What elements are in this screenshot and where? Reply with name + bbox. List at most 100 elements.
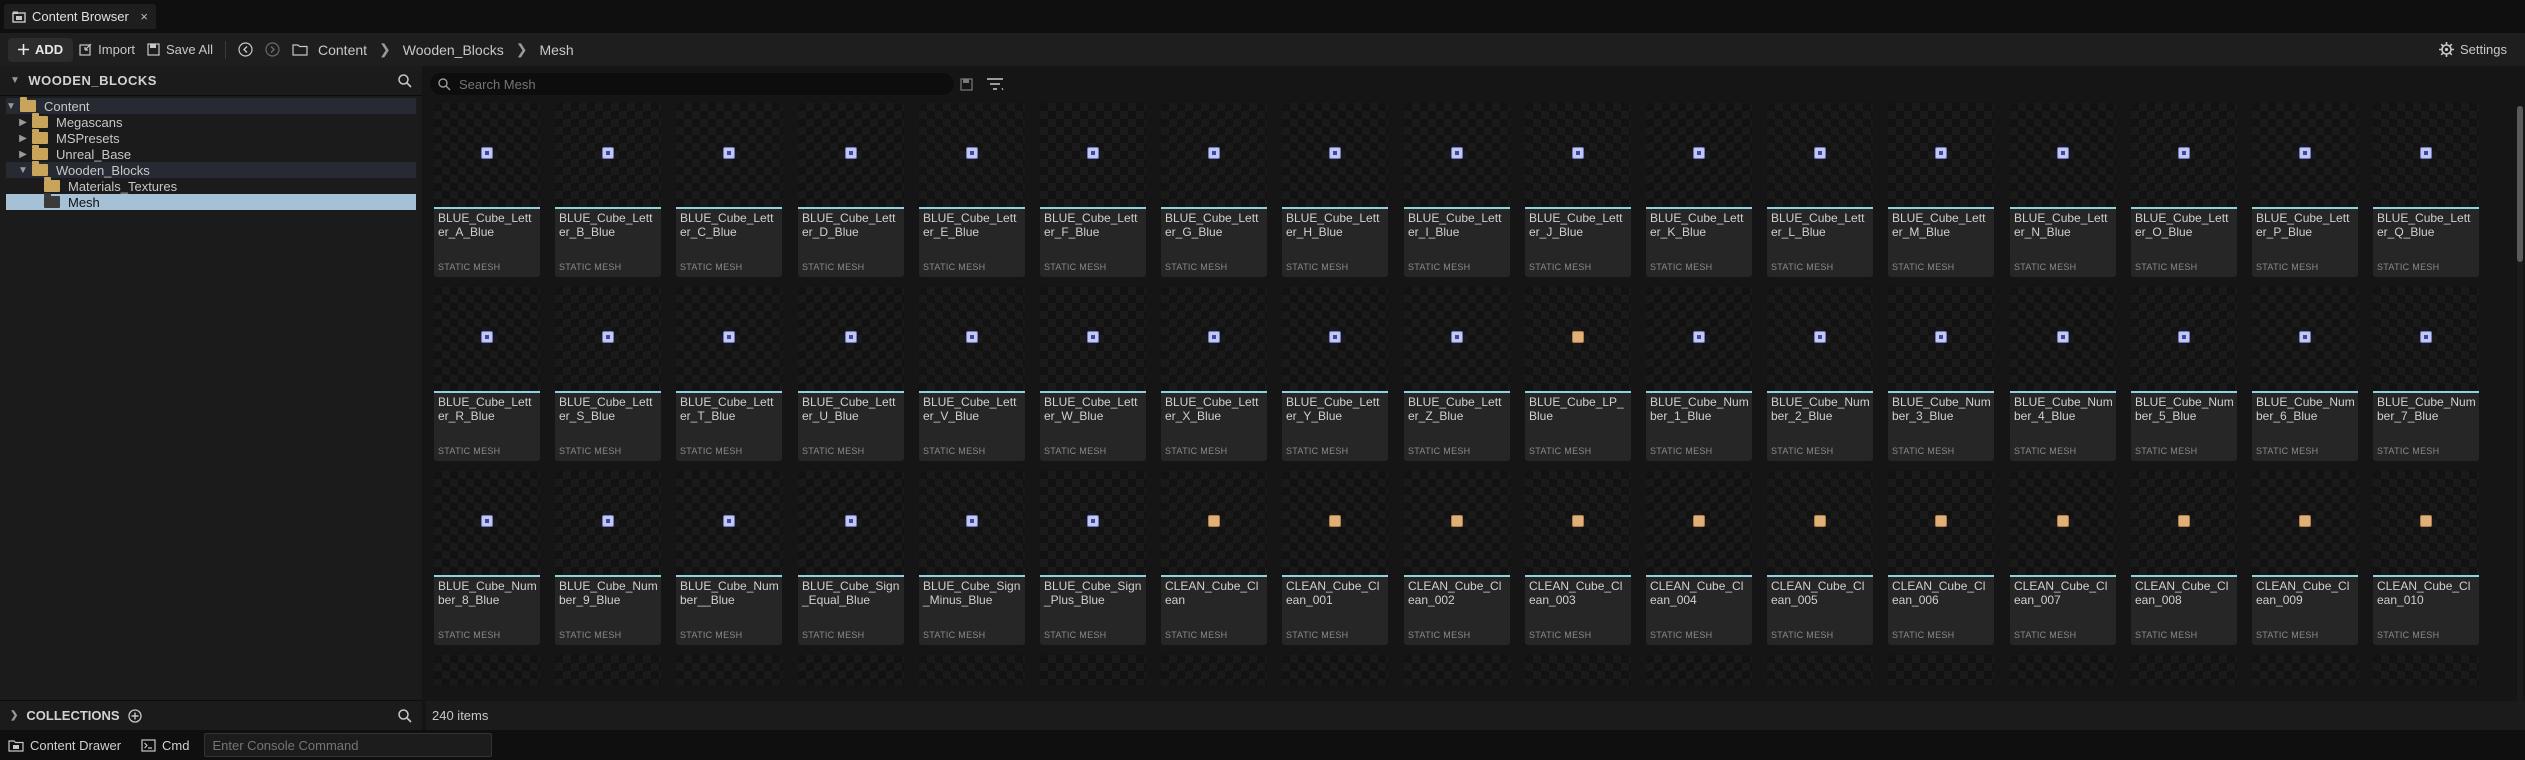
asset-tile[interactable]: BLUE_Cube_Number_5_Blue STATIC MESH (2131, 287, 2237, 461)
asset-tile[interactable]: BLUE_Cube_Letter_W_Blue STATIC MESH (1040, 287, 1146, 461)
console-input[interactable] (212, 737, 483, 753)
folder-icon[interactable] (286, 38, 314, 62)
asset-tile[interactable]: BLUE_Cube_Letter_U_Blue STATIC MESH (798, 287, 904, 461)
chevron-right-icon[interactable]: ▶ (18, 149, 28, 160)
asset-tile[interactable]: BLUE_Cube_Letter_X_Blue STATIC MESH (1161, 287, 1267, 461)
asset-tile-partial[interactable] (1888, 655, 1994, 685)
search-field[interactable] (430, 73, 954, 95)
asset-tile[interactable]: CLEAN_Cube_Clean STATIC MESH (1161, 471, 1267, 645)
asset-tile[interactable]: BLUE_Cube_Number_3_Blue STATIC MESH (1888, 287, 1994, 461)
asset-tile-partial[interactable] (1040, 655, 1146, 685)
asset-tile-partial[interactable] (676, 655, 782, 685)
asset-tile[interactable]: BLUE_Cube_Letter_Q_Blue STATIC MESH (2373, 103, 2479, 277)
asset-tile[interactable]: CLEAN_Cube_Clean_002 STATIC MESH (1404, 471, 1510, 645)
asset-tile-partial[interactable] (2252, 655, 2358, 685)
tree-item-megascans[interactable]: ▶ Megascans (6, 113, 416, 130)
tab-content-browser[interactable]: Content Browser × (4, 4, 156, 29)
asset-tile[interactable]: BLUE_Cube_Letter_G_Blue STATIC MESH (1161, 103, 1267, 277)
asset-tile[interactable]: BLUE_Cube_Number_8_Blue STATIC MESH (434, 471, 540, 645)
chevron-down-icon[interactable]: ▼ (6, 101, 16, 112)
asset-tile[interactable]: BLUE_Cube_Number_6_Blue STATIC MESH (2252, 287, 2358, 461)
asset-tile[interactable]: BLUE_Cube_Letter_C_Blue STATIC MESH (676, 103, 782, 277)
asset-tile[interactable]: CLEAN_Cube_Clean_003 STATIC MESH (1525, 471, 1631, 645)
asset-tile[interactable]: BLUE_Cube_Letter_R_Blue STATIC MESH (434, 287, 540, 461)
asset-tile-partial[interactable] (1161, 655, 1267, 685)
asset-tile[interactable]: BLUE_Cube_Number__Blue STATIC MESH (676, 471, 782, 645)
chevron-right-icon[interactable]: ▶ (18, 117, 28, 128)
asset-tile[interactable]: BLUE_Cube_Sign_Minus_Blue STATIC MESH (919, 471, 1025, 645)
asset-tile[interactable]: CLEAN_Cube_Clean_001 STATIC MESH (1282, 471, 1388, 645)
asset-tile-partial[interactable] (434, 655, 540, 685)
cmd-button[interactable]: Cmd (135, 738, 195, 753)
chevron-down-icon[interactable]: ▼ (10, 75, 20, 86)
asset-tile[interactable]: BLUE_Cube_Letter_H_Blue STATIC MESH (1282, 103, 1388, 277)
asset-tile-partial[interactable] (1525, 655, 1631, 685)
asset-tile[interactable]: BLUE_Cube_Letter_K_Blue STATIC MESH (1646, 103, 1752, 277)
filter-icon[interactable] (986, 76, 1004, 92)
add-button[interactable]: ADD (8, 37, 74, 62)
asset-tile-partial[interactable] (919, 655, 1025, 685)
asset-tile[interactable]: BLUE_Cube_Letter_N_Blue STATIC MESH (2010, 103, 2116, 277)
asset-tile[interactable]: BLUE_Cube_Sign_Equal_Blue STATIC MESH (798, 471, 904, 645)
tree-item-mspresets[interactable]: ▶ MSPresets (6, 129, 416, 146)
breadcrumb-wooden-blocks[interactable]: Wooden_Blocks (399, 42, 508, 58)
tree-item-materials-textures[interactable]: Materials_Textures (6, 177, 416, 194)
asset-tile[interactable]: BLUE_Cube_Letter_S_Blue STATIC MESH (555, 287, 661, 461)
asset-tile[interactable]: BLUE_Cube_Letter_P_Blue STATIC MESH (2252, 103, 2358, 277)
asset-tile[interactable]: CLEAN_Cube_Clean_009 STATIC MESH (2252, 471, 2358, 645)
tree-item-wooden-blocks[interactable]: ▼ Wooden_Blocks (6, 161, 416, 178)
asset-tile[interactable]: BLUE_Cube_Letter_M_Blue STATIC MESH (1888, 103, 1994, 277)
asset-tile[interactable]: BLUE_Cube_Number_9_Blue STATIC MESH (555, 471, 661, 645)
asset-tile[interactable]: CLEAN_Cube_Clean_006 STATIC MESH (1888, 471, 1994, 645)
add-collection-icon[interactable] (127, 708, 142, 723)
asset-tile[interactable]: BLUE_Cube_Letter_I_Blue STATIC MESH (1404, 103, 1510, 277)
collections-header[interactable]: ❯ COLLECTIONS (0, 700, 422, 730)
tree-item-content[interactable]: ▼ Content (6, 97, 416, 114)
scrollbar[interactable] (2517, 106, 2523, 722)
asset-tile[interactable]: BLUE_Cube_Letter_D_Blue STATIC MESH (798, 103, 904, 277)
asset-tile[interactable]: BLUE_Cube_Letter_L_Blue STATIC MESH (1767, 103, 1873, 277)
breadcrumb-mesh[interactable]: Mesh (535, 42, 577, 58)
asset-tile[interactable]: BLUE_Cube_Letter_Y_Blue STATIC MESH (1282, 287, 1388, 461)
import-button[interactable]: Import (73, 38, 141, 62)
asset-tile[interactable]: BLUE_Cube_Number_4_Blue STATIC MESH (2010, 287, 2116, 461)
tree-item-unreal-base[interactable]: ▶ Unreal_Base (6, 145, 416, 162)
chevron-right-icon[interactable]: ▶ (18, 133, 28, 144)
asset-tile-partial[interactable] (2010, 655, 2116, 685)
forward-arrow-icon[interactable] (259, 38, 286, 62)
asset-tile-partial[interactable] (1404, 655, 1510, 685)
search-input[interactable] (459, 76, 899, 92)
asset-tile[interactable]: BLUE_Cube_Letter_F_Blue STATIC MESH (1040, 103, 1146, 277)
asset-tile-partial[interactable] (798, 655, 904, 685)
asset-tile[interactable]: BLUE_Cube_Letter_T_Blue STATIC MESH (676, 287, 782, 461)
asset-tile-partial[interactable] (2373, 655, 2479, 685)
asset-tile[interactable]: BLUE_Cube_Letter_O_Blue STATIC MESH (2131, 103, 2237, 277)
asset-tile[interactable]: BLUE_Cube_Letter_E_Blue STATIC MESH (919, 103, 1025, 277)
asset-tile[interactable]: CLEAN_Cube_Clean_005 STATIC MESH (1767, 471, 1873, 645)
asset-tile[interactable]: BLUE_Cube_Letter_B_Blue STATIC MESH (555, 103, 661, 277)
asset-tile-partial[interactable] (2131, 655, 2237, 685)
search-icon[interactable] (398, 73, 412, 88)
console-field[interactable] (203, 733, 492, 757)
asset-tile[interactable]: CLEAN_Cube_Clean_008 STATIC MESH (2131, 471, 2237, 645)
search-icon[interactable] (398, 708, 412, 723)
breadcrumb-content[interactable]: Content (314, 42, 371, 58)
back-arrow-icon[interactable] (232, 38, 259, 62)
asset-tile[interactable]: BLUE_Cube_Letter_Z_Blue STATIC MESH (1404, 287, 1510, 461)
chevron-down-icon[interactable]: ▼ (18, 165, 28, 176)
asset-tile[interactable]: BLUE_Cube_Letter_V_Blue STATIC MESH (919, 287, 1025, 461)
asset-tile[interactable]: BLUE_Cube_Letter_A_Blue STATIC MESH (434, 103, 540, 277)
asset-tile-partial[interactable] (555, 655, 661, 685)
asset-tile[interactable]: CLEAN_Cube_Clean_010 STATIC MESH (2373, 471, 2479, 645)
settings-button[interactable]: Settings (2433, 37, 2513, 61)
asset-tile[interactable]: BLUE_Cube_Number_7_Blue STATIC MESH (2373, 287, 2479, 461)
asset-tile[interactable]: CLEAN_Cube_Clean_004 STATIC MESH (1646, 471, 1752, 645)
asset-tile-partial[interactable] (1646, 655, 1752, 685)
save-search-icon[interactable] (960, 77, 974, 91)
close-icon[interactable]: × (140, 9, 148, 24)
scrollbar-thumb[interactable] (2517, 106, 2523, 262)
asset-tile-partial[interactable] (1767, 655, 1873, 685)
asset-tile-partial[interactable] (1282, 655, 1388, 685)
content-drawer-button[interactable]: Content Drawer (2, 738, 127, 753)
asset-tile[interactable]: BLUE_Cube_LP_Blue STATIC MESH (1525, 287, 1631, 461)
